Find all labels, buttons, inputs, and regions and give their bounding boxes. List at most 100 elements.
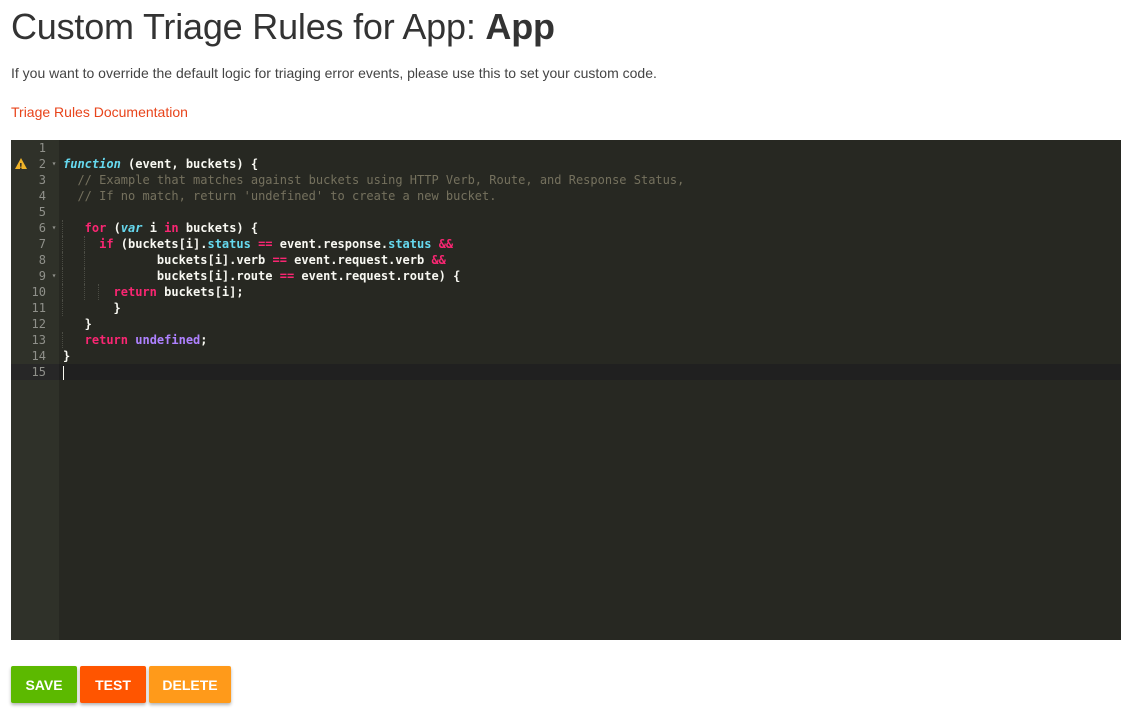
code-text: for (var i in buckets) {: [62, 220, 259, 236]
code-token: }: [63, 317, 92, 331]
code-line[interactable]: 3 // Example that matches against bucket…: [11, 172, 1121, 188]
code-token: (event, buckets) {: [120, 157, 259, 171]
indent-guide: [83, 268, 99, 284]
indent-guide: [62, 300, 85, 316]
indent-guide: [98, 284, 113, 300]
code-token: undefined: [135, 333, 201, 347]
code-text: return buckets[i];: [62, 284, 244, 300]
line-number: 8: [38, 253, 46, 267]
code-token: buckets[i];: [156, 285, 244, 299]
code-token: buckets[i].verb: [99, 253, 273, 267]
code-line[interactable]: 1: [11, 140, 1121, 156]
code-token: // Example that matches against buckets …: [63, 173, 685, 187]
code-token: event.request.verb: [286, 253, 432, 267]
code-token: &&: [438, 237, 454, 251]
code-token: &&: [431, 253, 446, 267]
code-token: var: [120, 221, 143, 235]
code-text: // Example that matches against buckets …: [63, 172, 684, 188]
code-token: status: [207, 237, 251, 251]
code-token: }: [63, 349, 71, 363]
code-token: if: [99, 237, 114, 251]
indent-guide: [62, 284, 85, 300]
code-text: buckets[i].route == event.request.route)…: [62, 268, 461, 284]
indent-guide: [62, 220, 85, 236]
code-token: return: [84, 333, 129, 347]
code-line[interactable]: 6 ▾ for (var i in buckets) {: [11, 220, 1121, 236]
code-token: (buckets[i].: [113, 237, 208, 251]
code-token: }: [84, 301, 121, 315]
code-token: ==: [279, 269, 295, 283]
code-token: buckets) {: [178, 221, 259, 235]
indent-guide: [62, 252, 85, 268]
code-token: in: [164, 221, 179, 235]
line-number: 14: [31, 349, 46, 363]
code-line[interactable]: 13 return undefined;: [11, 332, 1121, 348]
indent-guide: [83, 236, 99, 252]
code-line[interactable]: 11 }: [11, 300, 1121, 316]
code-token: (: [106, 221, 121, 235]
code-token: status: [388, 237, 432, 251]
warning-icon[interactable]: [15, 158, 27, 175]
triage-rules-documentation-link[interactable]: Triage Rules Documentation: [11, 104, 188, 120]
code-text: return undefined;: [62, 332, 208, 348]
line-number: 3: [38, 173, 46, 187]
fold-arrow-icon[interactable]: ▾: [49, 268, 59, 284]
code-token: buckets[i].route: [99, 269, 280, 283]
page-title: Custom Triage Rules for App: App: [11, 6, 555, 48]
code-line[interactable]: 8 buckets[i].verb == event.request.verb …: [11, 252, 1121, 268]
code-text: function (event, buckets) {: [63, 156, 258, 172]
page-title-prefix: Custom Triage Rules for App:: [11, 6, 486, 47]
code-text: // If no match, return 'undefined' to cr…: [63, 188, 496, 204]
line-number: 10: [31, 285, 46, 299]
code-line[interactable]: 5: [11, 204, 1121, 220]
line-number: 13: [31, 333, 46, 347]
code-token: for: [84, 221, 107, 235]
code-token: ;: [200, 333, 208, 347]
code-text: if (buckets[i].status == event.response.…: [62, 236, 454, 252]
code-token: // If no match, return 'undefined' to cr…: [63, 189, 497, 203]
test-button[interactable]: TEST: [80, 666, 146, 703]
code-text: buckets[i].verb == event.request.verb &&: [62, 252, 446, 268]
code-text: }: [63, 348, 70, 364]
code-editor[interactable]: 12▾function (event, buckets) {3 // Examp…: [11, 140, 1121, 640]
code-line[interactable]: 14}: [11, 348, 1121, 364]
code-line[interactable]: 12 }: [11, 316, 1121, 332]
line-number: 11: [31, 301, 46, 315]
code-text: [63, 364, 64, 380]
indent-guide: [62, 236, 85, 252]
indent-guide: [62, 332, 85, 348]
fold-arrow-icon[interactable]: ▾: [49, 156, 59, 172]
code-text: }: [63, 316, 92, 332]
app-name: App: [485, 6, 555, 47]
line-number: 15: [11, 364, 59, 380]
page-description: If you want to override the default logi…: [11, 65, 657, 81]
indent-guide: [83, 284, 99, 300]
code-line[interactable]: 2▾function (event, buckets) {: [11, 156, 1121, 175]
fold-arrow-icon[interactable]: ▾: [49, 220, 59, 236]
code-token: event.response.: [272, 237, 389, 251]
line-number: 7: [38, 237, 46, 251]
delete-button[interactable]: DELETE: [149, 666, 231, 703]
indent-guide: [62, 268, 85, 284]
code-text: }: [62, 300, 121, 316]
save-button[interactable]: SAVE: [11, 666, 77, 703]
code-token: return: [113, 285, 157, 299]
code-token: function: [63, 157, 121, 171]
line-number: 4: [38, 189, 46, 203]
code-line[interactable]: 9 ▾ buckets[i].route == event.request.rou…: [11, 268, 1121, 284]
code-token: ==: [272, 253, 287, 267]
code-line[interactable]: 7 if (buckets[i].status == event.response…: [11, 236, 1121, 252]
code-token: ==: [258, 237, 273, 251]
line-number: 1: [38, 141, 46, 155]
line-number: 12: [31, 317, 46, 331]
indent-guide: [83, 252, 99, 268]
line-number: 5: [38, 205, 46, 219]
code-token: i: [142, 221, 165, 235]
code-line[interactable]: 4 // If no match, return 'undefined' to …: [11, 188, 1121, 204]
code-token: event.request.route) {: [294, 269, 461, 283]
code-line[interactable]: 15: [11, 364, 1121, 380]
text-cursor: [63, 365, 64, 380]
code-line[interactable]: 10 return buckets[i];: [11, 284, 1121, 300]
